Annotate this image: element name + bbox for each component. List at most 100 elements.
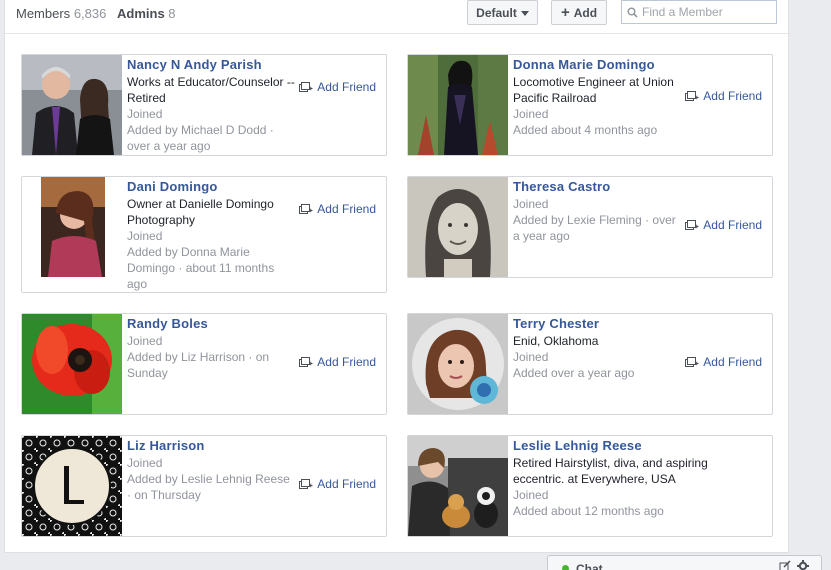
caret-down-icon	[520, 11, 529, 16]
member-name[interactable]: Leslie Lehnig Reese	[513, 438, 763, 454]
member-photo[interactable]	[22, 436, 122, 536]
tab-admins-label: Admins	[117, 6, 165, 21]
member-info: Donna Marie Domingo Locomotive Engineer …	[513, 57, 685, 138]
member-photo[interactable]	[408, 177, 508, 277]
member-photo[interactable]	[22, 177, 122, 277]
tab-members-count: 6,836	[73, 6, 107, 21]
member-added-by: Added by Donna Marie	[127, 245, 250, 259]
add-friend-button[interactable]: Add Friend	[685, 218, 762, 232]
member-name[interactable]: Theresa Castro	[513, 179, 685, 195]
gear-icon[interactable]	[797, 560, 809, 570]
search-icon	[627, 7, 638, 18]
member-joined: Joined	[513, 197, 549, 211]
member-photo[interactable]	[408, 314, 508, 414]
compose-icon[interactable]	[779, 560, 791, 570]
member-added-when: a year ago	[513, 229, 570, 243]
member-joined: Joined	[127, 456, 163, 470]
member-name[interactable]: Terry Chester	[513, 316, 685, 332]
member-info: Nancy N Andy Parish Works at Educator/Co…	[127, 57, 299, 154]
member-added-by: Domingo · about 11 months	[127, 261, 275, 275]
add-member-label: Add	[573, 5, 598, 20]
add-friend-label: Add Friend	[703, 355, 762, 369]
sort-dropdown-label: Default	[476, 5, 517, 20]
member-added-when: Added about 12 months ago	[513, 504, 664, 518]
member-work: Locomotive Engineer at Union	[513, 75, 674, 89]
member-name[interactable]: Liz Harrison	[127, 438, 299, 454]
add-friend-icon	[299, 81, 313, 92]
sort-dropdown[interactable]: Default	[467, 0, 538, 25]
member-card: Theresa Castro Joined Added by Lexie Fle…	[407, 176, 773, 278]
chat-actions	[779, 560, 809, 570]
member-card: Terry Chester Enid, Oklahoma Joined Adde…	[407, 313, 773, 415]
add-friend-button[interactable]: Add Friend	[685, 355, 762, 369]
member-card: Leslie Lehnig Reese Retired Hairstylist,…	[407, 435, 773, 537]
member-search[interactable]	[621, 0, 777, 24]
add-friend-icon	[685, 356, 699, 367]
add-friend-icon	[685, 90, 699, 101]
member-search-input[interactable]	[642, 5, 772, 19]
member-info: Randy Boles Joined Added by Liz Harrison…	[127, 316, 299, 381]
add-friend-label: Add Friend	[317, 477, 376, 491]
member-added-when: ago	[127, 277, 148, 291]
add-friend-label: Add Friend	[703, 89, 762, 103]
member-joined: Joined	[127, 107, 163, 121]
member-joined: Joined	[513, 107, 549, 121]
member-photo[interactable]	[22, 55, 122, 155]
member-info: Leslie Lehnig Reese Retired Hairstylist,…	[513, 438, 763, 519]
member-photo[interactable]	[408, 55, 508, 155]
add-friend-button[interactable]: Add Friend	[299, 477, 376, 491]
add-friend-icon	[299, 356, 313, 367]
member-card: Dani Domingo Owner at Danielle Domingo P…	[21, 176, 387, 293]
members-toolbar: Members 6,836 Admins 8 Default + Add	[5, 0, 790, 34]
member-work: Retired Hairstylist, diva, and aspiring	[513, 456, 708, 470]
member-card: Nancy N Andy Parish Works at Educator/Co…	[21, 54, 387, 156]
member-card: Liz Harrison Joined Added by Leslie Lehn…	[21, 435, 387, 537]
member-info: Theresa Castro Joined Added by Lexie Fle…	[513, 179, 685, 244]
member-name[interactable]: Donna Marie Domingo	[513, 57, 685, 73]
member-photo[interactable]	[22, 314, 122, 414]
tab-members[interactable]: Members 6,836	[16, 6, 106, 21]
member-work: eccentric. at Everywhere, USA	[513, 472, 676, 486]
add-friend-icon	[299, 203, 313, 214]
member-added-when: Added over a year ago	[513, 366, 635, 380]
member-photo[interactable]	[408, 436, 508, 536]
member-name[interactable]: Nancy N Andy Parish	[127, 57, 299, 73]
add-friend-label: Add Friend	[317, 202, 376, 216]
member-name[interactable]: Randy Boles	[127, 316, 299, 332]
add-friend-button[interactable]: Add Friend	[685, 89, 762, 103]
plus-icon: +	[560, 4, 570, 21]
add-friend-label: Add Friend	[317, 80, 376, 94]
member-name[interactable]: Dani Domingo	[127, 179, 299, 195]
add-friend-label: Add Friend	[317, 355, 376, 369]
tab-admins[interactable]: Admins 8	[117, 6, 176, 21]
online-status-icon	[562, 565, 569, 570]
member-joined: Joined	[127, 229, 163, 243]
member-card: Donna Marie Domingo Locomotive Engineer …	[407, 54, 773, 156]
member-work: Photography	[127, 213, 196, 227]
add-friend-button[interactable]: Add Friend	[299, 355, 376, 369]
add-friend-label: Add Friend	[703, 218, 762, 232]
member-work: Owner at Danielle Domingo	[127, 197, 274, 211]
add-friend-icon	[685, 219, 699, 230]
member-added-when: Sunday	[127, 366, 168, 380]
member-added-when: over a year ago	[127, 139, 211, 153]
tab-admins-count: 8	[168, 6, 176, 21]
member-added-by: Added by Leslie Lehnig Reese	[127, 472, 290, 486]
member-added-when: Added about 4 months ago	[513, 123, 658, 137]
member-joined: Joined	[513, 488, 549, 502]
add-friend-button[interactable]: Add Friend	[299, 202, 376, 216]
member-joined: Joined	[127, 334, 163, 348]
member-card: Randy Boles Joined Added by Liz Harrison…	[21, 313, 387, 415]
tab-members-label: Members	[16, 6, 71, 21]
members-panel: Members 6,836 Admins 8 Default + Add Fin…	[4, 0, 790, 553]
member-work: Retired	[127, 91, 166, 105]
add-member-button[interactable]: + Add	[551, 0, 607, 25]
member-added-by: Added by Liz Harrison · on	[127, 350, 270, 364]
add-friend-button[interactable]: Add Friend	[299, 80, 376, 94]
member-added-by: Added by Michael D Dodd ·	[127, 123, 274, 137]
member-added-when: · on Thursday	[127, 488, 201, 502]
member-work: Works at Educator/Counselor --	[127, 75, 295, 89]
chat-bar[interactable]: Chat	[547, 555, 822, 570]
member-info: Liz Harrison Joined Added by Leslie Lehn…	[127, 438, 299, 503]
member-location: Enid, Oklahoma	[513, 334, 599, 348]
